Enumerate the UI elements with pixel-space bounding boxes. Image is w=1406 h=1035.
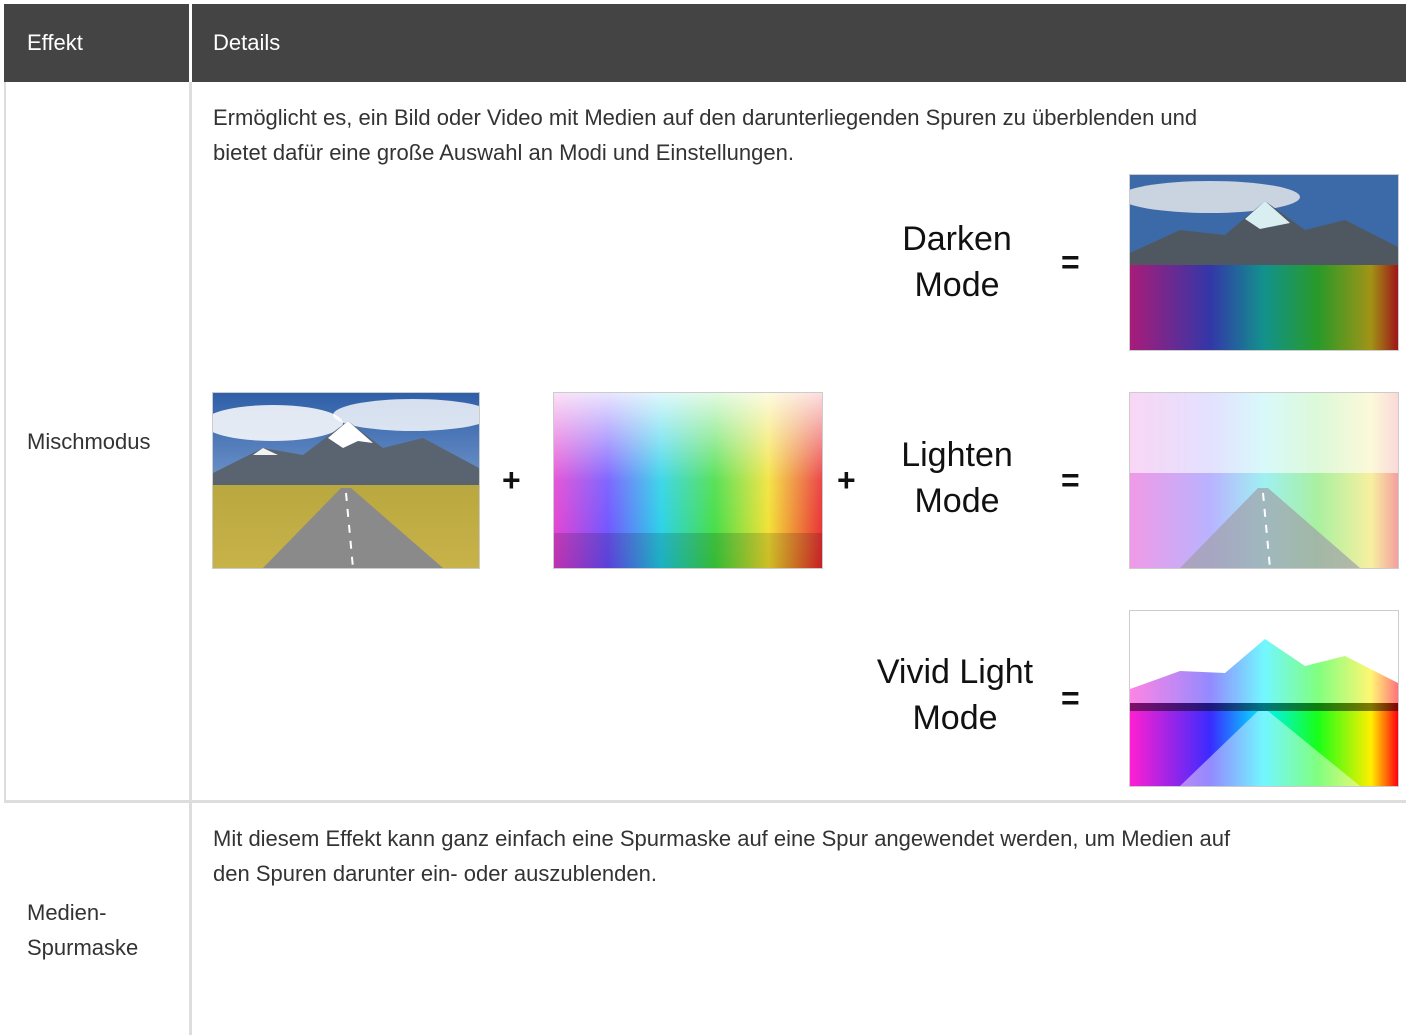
equals-sign: = [1061,462,1080,498]
page: Effekt Details Mischmodus Ermöglicht es,… [0,0,1406,1035]
description-line: Mit diesem Effekt kann ganz einfach eine… [213,826,1231,851]
effect-name-medien-spurmaske: Medien- Spurmaske [27,895,177,965]
vivid-light-result-image [1129,610,1399,787]
mode-label-line: Vivid Light [876,653,1034,691]
darken-result-image [1129,174,1399,351]
column-header-effect: Effekt [27,30,83,55]
mode-label-line: Mode [914,482,1000,520]
description-line: bietet dafür eine große Auswahl an Modi … [213,140,794,165]
column-header-details: Details [213,30,281,55]
mode-label-line: Lighten [901,436,1013,474]
mode-label-line: Mode [914,266,1000,304]
table-left-border [4,82,6,802]
table-header: Effekt Details [4,4,1406,82]
mode-label-line: Darken [902,220,1012,258]
rainbow-overlay-image [553,392,823,569]
header-divider [189,4,192,82]
description-line: Ermöglicht es, ein Bild oder Video mit M… [213,105,1198,130]
equals-sign: = [1061,680,1080,716]
equals-sign: = [1061,244,1080,280]
darken-mode-label: Darken Mode [857,216,1057,308]
plus-sign: + [837,462,856,498]
description-line: den Spuren darunter ein- oder auszublend… [213,861,657,886]
vivid-light-mode-label: Vivid Light Mode [855,649,1055,741]
effect-name-mischmodus: Mischmodus [27,429,151,454]
row-separator [4,800,1406,803]
effect-description-medien-spurmaske: Mit diesem Effekt kann ganz einfach eine… [213,821,1393,891]
lighten-result-image [1129,392,1399,569]
plus-sign: + [502,462,521,498]
mode-label-line: Mode [912,699,998,737]
column-divider [189,4,192,1035]
lighten-mode-label: Lighten Mode [857,432,1057,524]
effect-description-mischmodus: Ermöglicht es, ein Bild oder Video mit M… [213,100,1393,170]
effect-name-line: Spurmaske [27,935,139,960]
road-mountain-image [212,392,480,569]
effect-name-line: Medien- [27,900,107,925]
